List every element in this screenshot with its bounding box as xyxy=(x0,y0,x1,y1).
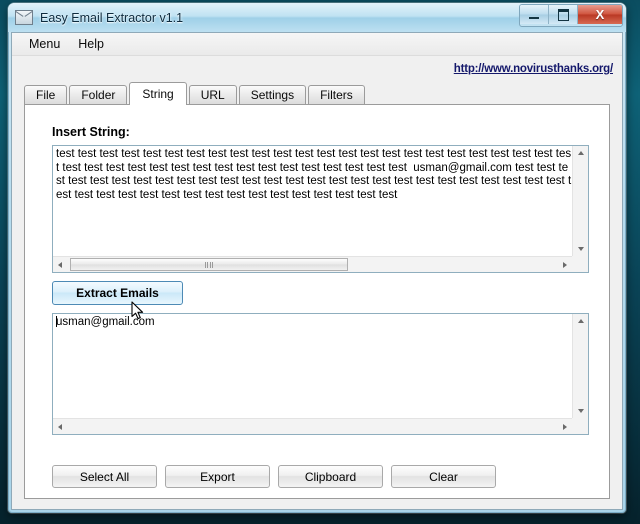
horizontal-scroll-thumb[interactable] xyxy=(70,258,348,271)
export-button[interactable]: Export xyxy=(165,465,270,488)
maximize-button[interactable] xyxy=(549,5,578,24)
result-emails-textarea[interactable]: usman@gmail.com xyxy=(52,313,589,435)
clipboard-button[interactable]: Clipboard xyxy=(278,465,383,488)
input-string-text: test test test test test test test test … xyxy=(56,148,572,201)
result-horizontal-scrollbar[interactable] xyxy=(53,418,572,434)
tab-settings[interactable]: Settings xyxy=(238,85,307,104)
tab-file[interactable]: File xyxy=(24,85,68,104)
close-button[interactable]: X xyxy=(578,5,622,24)
website-link-row: http://www.novirusthanks.org/ xyxy=(12,56,622,82)
title-bar[interactable]: Easy Email Extractor v1.1 X xyxy=(8,3,626,32)
scroll-left-arrow-icon[interactable] xyxy=(58,262,62,268)
minimize-button[interactable] xyxy=(520,5,549,24)
result-emails-text: usman@gmail.com xyxy=(56,316,155,328)
close-icon: X xyxy=(595,7,605,22)
result-vertical-scrollbar[interactable] xyxy=(572,314,588,418)
input-vertical-scrollbar[interactable] xyxy=(572,146,588,256)
client-area: Menu Help http://www.novirusthanks.org/ … xyxy=(11,32,623,510)
select-all-label: Select All xyxy=(79,469,130,484)
scrollbar-corner xyxy=(572,256,588,272)
export-label: Export xyxy=(200,469,235,484)
tab-string[interactable]: String xyxy=(129,82,187,105)
insert-string-label: Insert String: xyxy=(52,125,130,139)
extract-emails-label: Extract Emails xyxy=(76,286,159,300)
scroll-right-arrow-icon[interactable] xyxy=(563,262,567,268)
maximize-icon xyxy=(557,8,569,21)
tab-folder[interactable]: Folder xyxy=(69,85,128,104)
extract-emails-button[interactable]: Extract Emails xyxy=(52,281,183,305)
clear-label: Clear xyxy=(429,469,458,484)
tab-strip: File Folder String URL Settings Filters xyxy=(12,82,622,105)
bottom-button-bar: Select All Export Clipboard Clear xyxy=(25,456,609,498)
clipboard-label: Clipboard xyxy=(304,469,357,484)
scroll-up-arrow-icon[interactable] xyxy=(578,319,584,323)
scroll-up-arrow-icon[interactable] xyxy=(578,151,584,155)
tab-url[interactable]: URL xyxy=(188,85,237,104)
scroll-left-arrow-icon[interactable] xyxy=(58,424,62,430)
minimize-icon xyxy=(529,16,539,19)
menu-bar: Menu Help xyxy=(12,33,622,56)
clear-button[interactable]: Clear xyxy=(391,465,496,488)
application-window: Easy Email Extractor v1.1 X Menu Help ht… xyxy=(8,3,626,513)
input-horizontal-scrollbar[interactable] xyxy=(53,256,572,272)
scroll-right-arrow-icon[interactable] xyxy=(563,424,567,430)
tab-filters[interactable]: Filters xyxy=(308,85,365,104)
tab-page-string: Insert String: test test test test test … xyxy=(24,104,610,499)
scroll-down-arrow-icon[interactable] xyxy=(578,247,584,251)
scroll-thumb-grip-icon xyxy=(204,261,214,268)
menu-item-help[interactable]: Help xyxy=(69,35,113,53)
website-link[interactable]: http://www.novirusthanks.org/ xyxy=(454,63,613,75)
scroll-down-arrow-icon[interactable] xyxy=(578,409,584,413)
envelope-icon xyxy=(15,10,33,25)
select-all-button[interactable]: Select All xyxy=(52,465,157,488)
window-title: Easy Email Extractor v1.1 xyxy=(40,10,184,25)
menu-item-menu[interactable]: Menu xyxy=(20,35,69,53)
window-controls: X xyxy=(519,4,623,27)
scrollbar-corner xyxy=(572,418,588,434)
input-string-textarea[interactable]: test test test test test test test test … xyxy=(52,145,589,273)
